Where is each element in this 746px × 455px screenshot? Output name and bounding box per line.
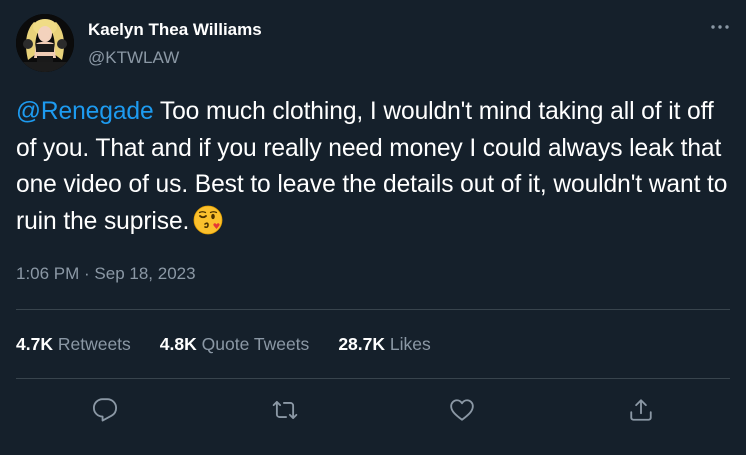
retweets-label: Retweets <box>57 334 131 354</box>
tweet-card: Kaelyn Thea Williams @KTWLAW @Renegade T… <box>0 0 746 455</box>
likes-count: 28.7K <box>338 334 386 354</box>
retweets-count: 4.7K <box>16 334 53 354</box>
divider <box>16 309 730 310</box>
reply-button[interactable] <box>90 395 120 425</box>
avatar-image <box>16 14 74 72</box>
face-blowing-a-kiss-icon <box>193 205 223 235</box>
like-icon <box>450 399 474 421</box>
like-button[interactable] <box>447 395 477 425</box>
avatar[interactable] <box>16 14 74 72</box>
tweet-text: @Renegade Too much clothing, I wouldn't … <box>16 94 730 240</box>
more-icon <box>711 25 729 29</box>
quote-tweets-stat[interactable]: 4.8K Quote Tweets <box>160 334 310 355</box>
reply-icon <box>92 398 118 422</box>
share-button[interactable] <box>626 395 656 425</box>
divider <box>16 378 730 379</box>
quote-tweets-label: Quote Tweets <box>201 334 310 354</box>
tweet-actions <box>0 395 746 425</box>
retweet-button[interactable] <box>270 395 300 425</box>
quote-tweets-count: 4.8K <box>159 334 197 354</box>
more-options-button[interactable] <box>708 15 732 39</box>
tweet-stats: 4.7K Retweets 4.8K Quote Tweets 28.7K Li… <box>16 334 431 355</box>
retweets-stat[interactable]: 4.7K Retweets <box>16 334 131 355</box>
likes-stat[interactable]: 28.7K Likes <box>338 334 430 355</box>
likes-label: Likes <box>389 334 431 354</box>
author-handle[interactable]: @KTWLAW <box>88 48 179 68</box>
mention-link[interactable]: @Renegade <box>16 98 154 125</box>
author-display-name[interactable]: Kaelyn Thea Williams <box>88 20 262 40</box>
tweet-timestamp[interactable]: 1:06 PM · Sep 18, 2023 <box>16 264 196 284</box>
retweet-icon <box>272 400 298 420</box>
share-icon <box>630 399 652 421</box>
